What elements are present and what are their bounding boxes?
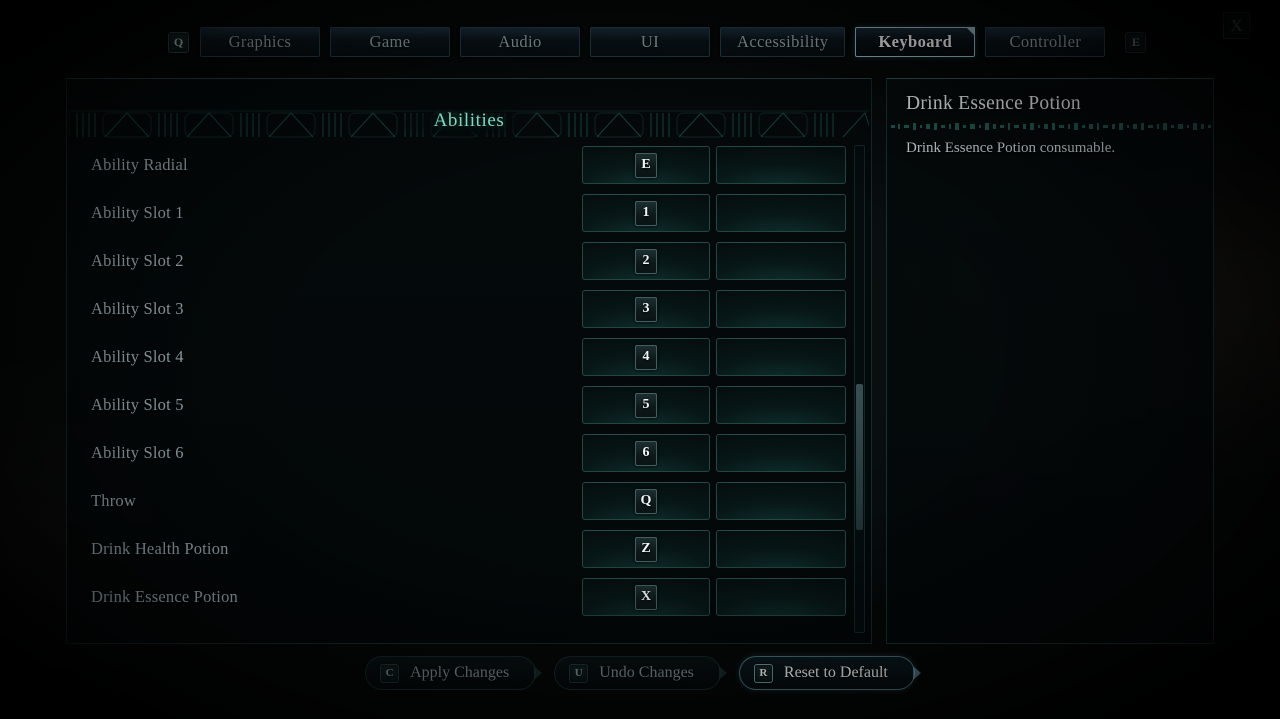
prev-tab-key-hint-icon: Q — [168, 31, 189, 53]
tab-keyboard[interactable]: Keyboard — [855, 27, 976, 57]
reset-to-default-label: Reset to Default — [783, 664, 888, 681]
primary-binding-slot[interactable]: 1 — [582, 194, 710, 232]
tab-graphics-label: Graphics — [228, 32, 292, 51]
keycap-icon: 6 — [635, 440, 657, 466]
next-tab-key-hint-icon: E — [1125, 31, 1147, 53]
keycap-icon: Q — [635, 488, 657, 514]
table-row: Ability Slot 5 5 — [67, 381, 871, 429]
table-row: Throw Q — [67, 477, 871, 525]
keybinding-list-panel: Abilities Ability Radial E Ability Slot … — [66, 78, 872, 644]
primary-binding-slot[interactable]: Q — [582, 482, 710, 520]
secondary-binding-slot[interactable] — [716, 434, 846, 472]
section-title: Abilities — [433, 110, 505, 131]
secondary-binding-slot[interactable] — [716, 146, 846, 184]
row-action-label: Ability Slot 2 — [91, 251, 184, 270]
table-row: Ability Slot 6 6 — [67, 429, 871, 477]
primary-binding-slot[interactable]: Z — [582, 530, 710, 568]
keycap-icon: 4 — [635, 344, 657, 370]
apply-changes-label: Apply Changes — [410, 664, 510, 681]
reset-to-default-button[interactable]: R Reset to Default — [738, 656, 915, 690]
row-action-label: Ability Slot 1 — [91, 203, 184, 222]
keycap-icon: 1 — [635, 200, 657, 226]
undo-changes-button[interactable]: U Undo Changes — [554, 656, 721, 690]
row-action-label: Ability Slot 3 — [91, 299, 184, 318]
reset-key-hint-icon: R — [753, 663, 773, 683]
description-title: Drink Essence Potion — [906, 93, 1081, 114]
tab-audio[interactable]: Audio — [460, 27, 580, 57]
tab-controller-label: Controller — [1009, 32, 1082, 51]
section-header: Abilities — [67, 79, 871, 141]
secondary-binding-slot[interactable] — [716, 194, 846, 232]
footer-actions: C Apply Changes U Undo Changes R Reset t… — [0, 653, 1280, 693]
close-button[interactable]: X — [1223, 12, 1250, 39]
tab-accessibility-label: Accessibility — [737, 32, 829, 51]
undo-changes-label: Undo Changes — [599, 664, 694, 681]
secondary-binding-slot[interactable] — [716, 482, 846, 520]
keycap-icon: E — [635, 152, 657, 178]
primary-binding-slot[interactable]: 2 — [582, 242, 710, 280]
tab-ui[interactable]: UI — [590, 27, 710, 57]
scrollbar-thumb[interactable] — [856, 384, 863, 530]
table-row: Ability Slot 4 4 — [67, 333, 871, 381]
description-panel: Drink Essence Potion Drink Essence Potio… — [886, 78, 1214, 644]
secondary-binding-slot[interactable] — [716, 290, 846, 328]
tab-game[interactable]: Game — [330, 27, 450, 57]
tab-accessibility[interactable]: Accessibility — [720, 27, 846, 57]
primary-binding-slot[interactable]: E — [582, 146, 710, 184]
scrollbar-track[interactable] — [854, 145, 865, 633]
row-action-label: Ability Slot 6 — [91, 443, 184, 462]
primary-binding-slot[interactable]: 3 — [582, 290, 710, 328]
table-row: Ability Slot 1 1 — [67, 189, 871, 237]
row-action-label: Drink Health Potion — [91, 539, 229, 558]
primary-binding-slot[interactable]: 6 — [582, 434, 710, 472]
table-row: Ability Slot 2 2 — [67, 237, 871, 285]
keybinding-rows: Ability Radial E Ability Slot 1 1 Abilit… — [67, 141, 871, 643]
decorative-dotted-divider-icon — [889, 122, 1211, 131]
table-row: Drink Essence Potion X — [67, 573, 871, 621]
primary-binding-slot[interactable]: X — [582, 578, 710, 616]
close-icon: X — [1230, 15, 1243, 35]
row-action-label: Ability Radial — [91, 155, 188, 174]
table-row: Drink Health Potion Z — [67, 525, 871, 573]
primary-binding-slot[interactable]: 5 — [582, 386, 710, 424]
apply-key-hint-icon: C — [380, 663, 400, 683]
keycap-icon: Z — [635, 536, 657, 562]
primary-binding-slot[interactable]: 4 — [582, 338, 710, 376]
tab-list: Graphics Game Audio UI Accessibility Key… — [200, 27, 1115, 57]
tab-controller[interactable]: Controller — [985, 27, 1106, 57]
description-text: Drink Essence Potion consumable. — [906, 140, 1116, 156]
keycap-icon: 2 — [635, 248, 657, 274]
secondary-binding-slot[interactable] — [716, 530, 846, 568]
tab-audio-label: Audio — [498, 32, 542, 51]
secondary-binding-slot[interactable] — [716, 242, 846, 280]
tab-keyboard-label: Keyboard — [878, 32, 953, 51]
tab-ui-label: UI — [640, 32, 660, 51]
apply-changes-button[interactable]: C Apply Changes — [365, 656, 537, 690]
secondary-binding-slot[interactable] — [716, 338, 846, 376]
table-row: Ability Radial E — [67, 141, 871, 189]
tab-game-label: Game — [369, 32, 411, 51]
settings-tab-bar: Q Graphics Game Audio UI Accessibility K… — [0, 18, 1280, 66]
tab-graphics[interactable]: Graphics — [200, 27, 320, 57]
secondary-binding-slot[interactable] — [716, 578, 846, 616]
keycap-icon: 5 — [635, 392, 657, 418]
row-action-label: Ability Slot 4 — [91, 347, 184, 366]
row-action-label: Ability Slot 5 — [91, 395, 184, 414]
secondary-binding-slot[interactable] — [716, 386, 846, 424]
row-action-label: Throw — [91, 491, 136, 510]
row-action-label: Drink Essence Potion — [91, 587, 238, 606]
keycap-icon: 3 — [635, 296, 657, 322]
table-row: Ability Slot 3 3 — [67, 285, 871, 333]
keycap-icon: X — [635, 584, 657, 610]
undo-key-hint-icon: U — [569, 663, 589, 683]
